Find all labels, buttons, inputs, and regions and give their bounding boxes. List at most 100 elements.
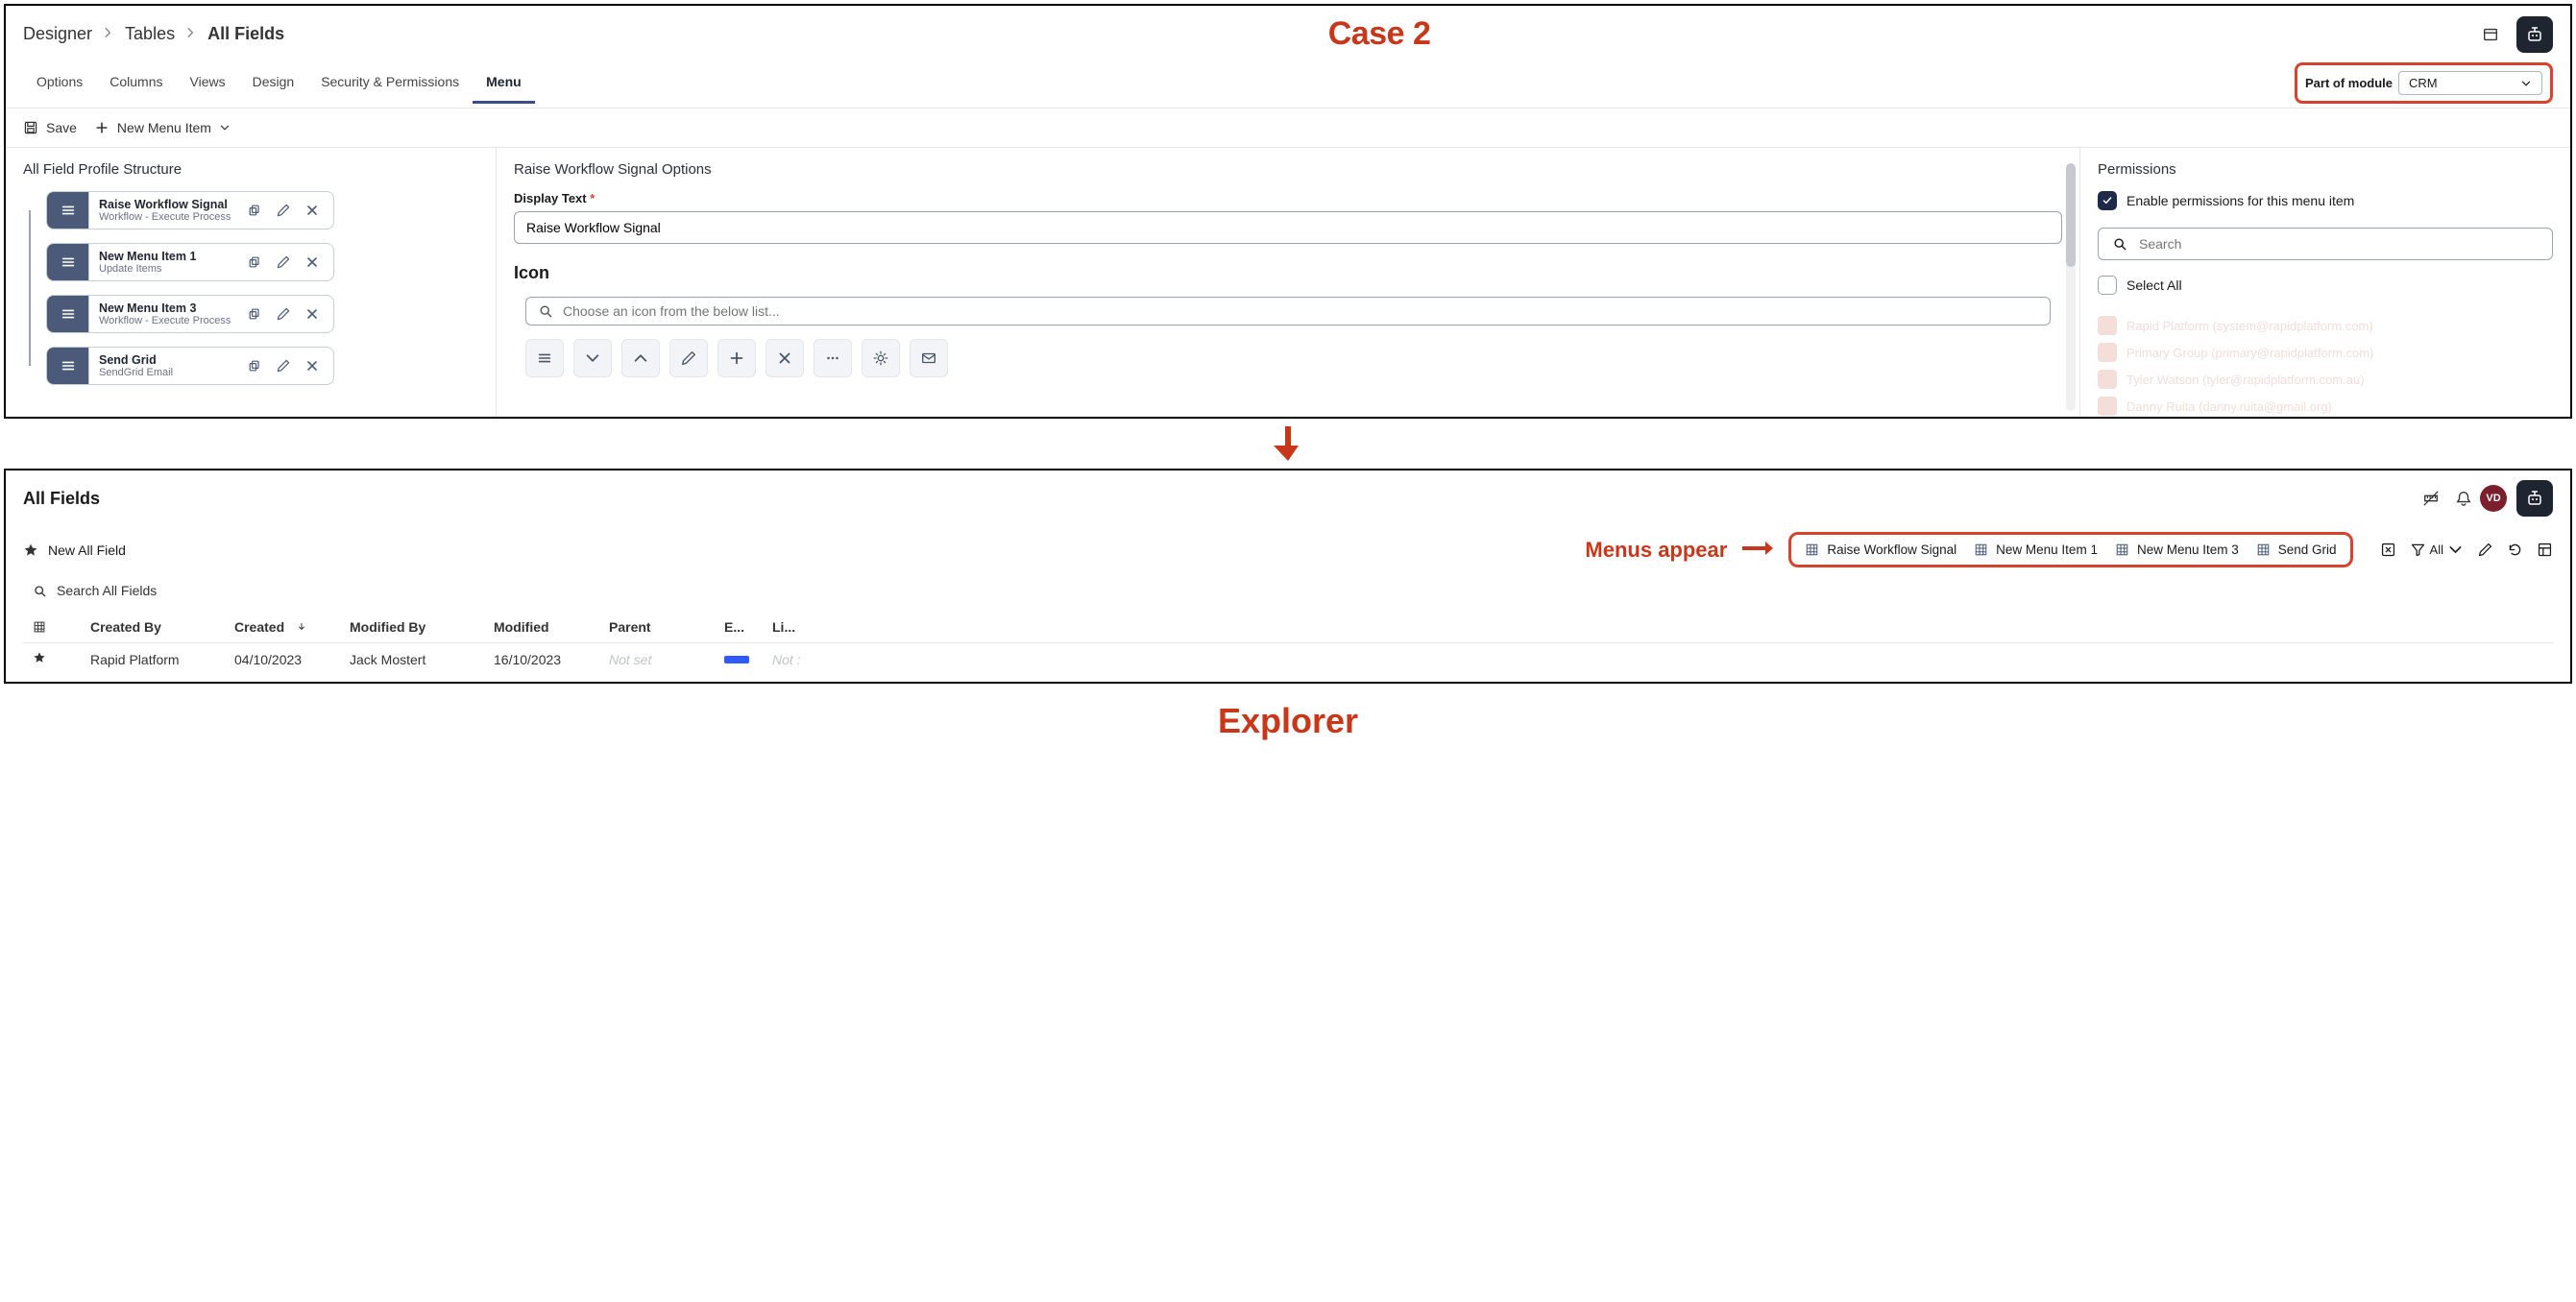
icon-option-pencil[interactable] — [669, 339, 708, 377]
chevron-down-icon — [2520, 78, 2532, 89]
explorer-search[interactable]: Search All Fields — [6, 573, 2570, 612]
tab-design[interactable]: Design — [239, 66, 308, 104]
list-item[interactable]: Danny Ruita (danny.ruita@gmail.org) — [2098, 393, 2553, 417]
tab-security[interactable]: Security & Permissions — [307, 66, 473, 104]
column-modified-by[interactable]: Modified By — [350, 619, 494, 635]
pencil-icon[interactable] — [270, 249, 297, 276]
module-selector-highlight: Part of module CRM — [2295, 62, 2553, 104]
menu-tree: Raise Workflow Signal Workflow - Execute… — [46, 191, 478, 385]
avatar[interactable]: VD — [2480, 485, 2507, 512]
column-created-by[interactable]: Created By — [90, 619, 234, 635]
pencil-icon[interactable] — [270, 352, 297, 379]
tree-item[interactable]: New Menu Item 1 Update Items — [46, 243, 334, 281]
save-label: Save — [46, 120, 77, 135]
ruler-icon[interactable] — [2415, 482, 2447, 515]
column-selector-icon[interactable] — [33, 620, 90, 634]
new-menu-item-button[interactable]: New Menu Item — [94, 120, 231, 135]
pencil-icon[interactable] — [270, 301, 297, 327]
tab-views[interactable]: Views — [177, 66, 239, 104]
icon-option-gear[interactable] — [862, 339, 900, 377]
select-all-row[interactable]: Select All — [2098, 276, 2553, 295]
assistant-icon[interactable] — [2516, 16, 2553, 53]
copy-icon[interactable] — [241, 352, 268, 379]
column-e[interactable]: E... — [724, 619, 772, 635]
checkbox-checked-icon[interactable] — [2098, 191, 2117, 210]
right-tools: All — [2380, 542, 2553, 558]
tab-menu[interactable]: Menu — [473, 66, 535, 104]
filter-all-button[interactable]: All — [2410, 542, 2464, 558]
menu-new-menu-item-1[interactable]: New Menu Item 1 — [1974, 542, 2098, 557]
icon-option-close[interactable] — [766, 339, 804, 377]
close-icon[interactable] — [299, 352, 326, 379]
icon-option-chevron-up[interactable] — [621, 339, 660, 377]
explorer-toolbar: New All Field Menus appear Raise Workflo… — [6, 526, 2570, 573]
explorer-header: All Fields VD — [6, 470, 2570, 526]
icon-option-chevron-down[interactable] — [573, 339, 612, 377]
drag-handle-icon[interactable] — [47, 296, 89, 332]
excel-export-icon[interactable] — [2380, 542, 2396, 558]
cell-e — [724, 656, 772, 663]
icon-search-input[interactable] — [563, 303, 2038, 319]
icon-option-plus[interactable] — [717, 339, 756, 377]
table-row[interactable]: Rapid Platform 04/10/2023 Jack Mostert 1… — [23, 643, 2553, 675]
layout-icon[interactable] — [2537, 542, 2553, 558]
refresh-icon[interactable] — [2507, 542, 2523, 558]
icon-option-more[interactable] — [814, 339, 852, 377]
chevron-right-icon — [184, 24, 198, 44]
copy-icon[interactable] — [241, 197, 268, 224]
pencil-icon[interactable] — [270, 197, 297, 224]
checkbox-empty-icon[interactable] — [2098, 276, 2117, 295]
copy-icon[interactable] — [241, 249, 268, 276]
row-star-icon[interactable] — [33, 651, 90, 667]
tree-item-title: New Menu Item 1 — [99, 250, 231, 263]
column-li[interactable]: Li... — [772, 619, 839, 635]
edit-icon[interactable] — [2477, 542, 2493, 558]
close-icon[interactable] — [299, 301, 326, 327]
permissions-panel: Permissions Enable permissions for this … — [2080, 148, 2570, 417]
icon-option-mail[interactable] — [910, 339, 948, 377]
list-item[interactable]: Primary Group (primary@rapidplatform.com… — [2098, 339, 2553, 366]
sort-desc-icon — [296, 621, 307, 633]
breadcrumb-tables[interactable]: Tables — [125, 24, 175, 44]
drag-handle-icon[interactable] — [47, 192, 89, 229]
list-item[interactable]: Rapid Platform (system@rapidplatform.com… — [2098, 312, 2553, 339]
scrollbar[interactable] — [2066, 163, 2076, 411]
tree-item[interactable]: New Menu Item 3 Workflow - Execute Proce… — [46, 295, 334, 333]
column-parent[interactable]: Parent — [609, 619, 724, 635]
tab-columns[interactable]: Columns — [96, 66, 176, 104]
tree-item[interactable]: Raise Workflow Signal Workflow - Execute… — [46, 191, 334, 229]
column-created[interactable]: Created — [234, 619, 350, 635]
assistant-icon[interactable] — [2516, 480, 2553, 517]
menu-new-menu-item-3[interactable]: New Menu Item 3 — [2115, 542, 2239, 557]
copy-icon[interactable] — [241, 301, 268, 327]
permissions-search[interactable] — [2098, 228, 2553, 260]
breadcrumb: Designer Tables All Fields — [23, 24, 284, 44]
close-icon[interactable] — [299, 197, 326, 224]
breadcrumb-all-fields[interactable]: All Fields — [207, 24, 284, 44]
tree-item-title: Send Grid — [99, 353, 231, 367]
close-icon[interactable] — [299, 249, 326, 276]
drag-handle-icon[interactable] — [47, 348, 89, 384]
save-button[interactable]: Save — [23, 120, 77, 135]
bell-icon[interactable] — [2447, 482, 2480, 515]
icon-search[interactable] — [525, 297, 2051, 326]
column-modified[interactable]: Modified — [494, 619, 609, 635]
status-bar — [724, 656, 749, 663]
menu-raise-workflow-signal[interactable]: Raise Workflow Signal — [1805, 542, 1956, 557]
tree-item-title: New Menu Item 3 — [99, 301, 231, 315]
icon-grid — [525, 339, 2051, 377]
enable-permissions-row[interactable]: Enable permissions for this menu item — [2098, 191, 2553, 210]
permissions-search-input[interactable] — [2139, 236, 2539, 252]
tree-item[interactable]: Send Grid SendGrid Email — [46, 347, 334, 385]
tab-options[interactable]: Options — [23, 66, 96, 104]
breadcrumb-designer[interactable]: Designer — [23, 24, 92, 44]
list-item[interactable]: Tyler Watson (tyler@rapidplatform.com.au… — [2098, 366, 2553, 393]
profile-structure-panel: All Field Profile Structure Raise Workfl… — [6, 148, 496, 417]
window-icon[interactable] — [2474, 18, 2507, 51]
display-text-input[interactable] — [514, 211, 2062, 244]
menu-send-grid[interactable]: Send Grid — [2256, 542, 2337, 557]
drag-handle-icon[interactable] — [47, 244, 89, 280]
icon-option-lines[interactable] — [525, 339, 564, 377]
module-select[interactable]: CRM — [2398, 71, 2542, 95]
new-all-field-button[interactable]: New All Field — [23, 542, 126, 558]
